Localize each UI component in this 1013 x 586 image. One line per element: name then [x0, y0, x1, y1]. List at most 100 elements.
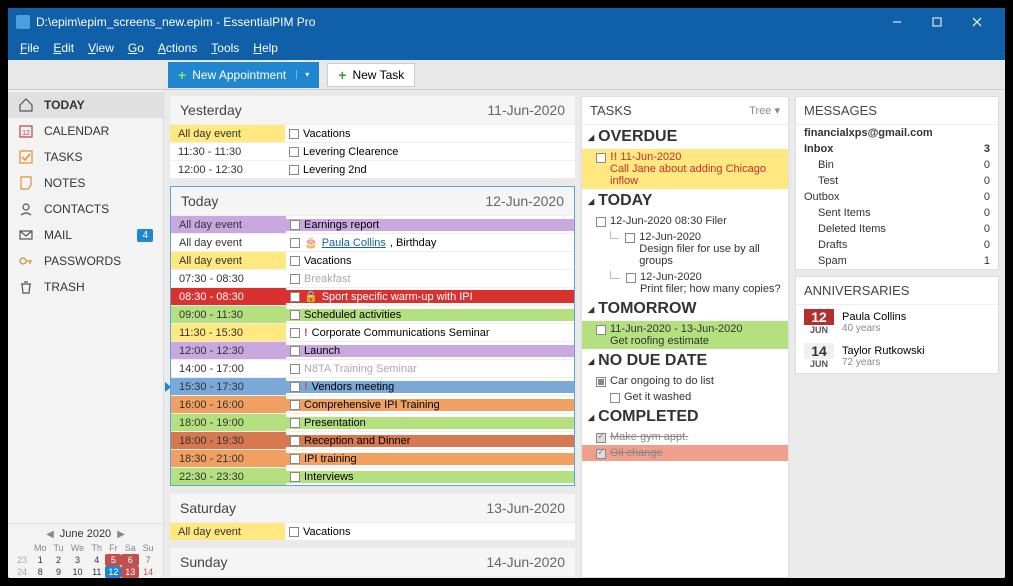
- minical-day[interactable]: 12: [105, 566, 121, 578]
- task-checkbox[interactable]: [625, 233, 635, 243]
- event-checkbox[interactable]: [289, 165, 299, 175]
- event-checkbox[interactable]: [290, 364, 300, 374]
- mail-folder[interactable]: Sent Items0: [796, 205, 998, 221]
- event-checkbox[interactable]: [290, 436, 300, 446]
- close-button[interactable]: [957, 8, 997, 36]
- event-checkbox[interactable]: [290, 256, 300, 266]
- event-row[interactable]: 14:00 - 17:00N8TA Training Seminar: [171, 359, 574, 377]
- minical-day[interactable]: 4: [88, 554, 105, 566]
- minical-day[interactable]: 8: [30, 566, 50, 578]
- minical-day[interactable]: 7: [139, 554, 157, 566]
- task-checkbox[interactable]: [596, 377, 606, 387]
- mail-folder[interactable]: Spam1: [796, 253, 998, 269]
- nav-notes[interactable]: NOTES: [8, 170, 163, 196]
- nav-passwords[interactable]: PASSWORDS: [8, 248, 163, 274]
- menu-view[interactable]: View: [82, 39, 120, 57]
- dropdown-caret-icon[interactable]: ▾: [296, 70, 309, 79]
- event-row[interactable]: 18:00 - 19:00Presentation: [171, 413, 574, 431]
- nav-contacts[interactable]: CONTACTS: [8, 196, 163, 222]
- event-checkbox[interactable]: [290, 382, 300, 392]
- event-checkbox[interactable]: [289, 129, 299, 139]
- event-row[interactable]: 09:00 - 11:30Scheduled activities: [171, 305, 574, 323]
- minical-day[interactable]: 2: [50, 554, 66, 566]
- menu-file[interactable]: File: [14, 39, 45, 57]
- mail-folder[interactable]: Outbox0: [796, 189, 998, 205]
- anniversary-item[interactable]: 12JUNPaula Collins40 years: [796, 305, 998, 339]
- event-checkbox[interactable]: [290, 220, 300, 230]
- minical-day[interactable]: 3: [67, 554, 89, 566]
- task-item[interactable]: Make gym appt.: [582, 429, 788, 445]
- event-row[interactable]: 16:00 - 16:00Comprehensive IPI Training: [171, 395, 574, 413]
- event-checkbox[interactable]: [290, 274, 300, 284]
- next-month-button[interactable]: ▶: [117, 529, 125, 540]
- anniversary-item[interactable]: 14JUNTaylor Rutkowski72 years: [796, 339, 998, 373]
- task-item[interactable]: 11-Jun-2020 - 13-Jun-2020Get roofing est…: [582, 321, 788, 349]
- nav-calendar[interactable]: 12CALENDAR: [8, 118, 163, 144]
- tasks-view-mode[interactable]: Tree ▾: [749, 104, 780, 117]
- event-row[interactable]: 22:30 - 23:30Interviews: [171, 467, 574, 485]
- minical-day[interactable]: 10: [67, 566, 89, 578]
- task-checkbox[interactable]: [596, 217, 606, 227]
- event-row[interactable]: All day eventVacations: [171, 251, 574, 269]
- mail-folder[interactable]: Bin0: [796, 157, 998, 173]
- nav-today[interactable]: TODAY: [8, 92, 163, 118]
- task-item[interactable]: Get it washed: [582, 389, 788, 405]
- minical-day[interactable]: 9: [50, 566, 66, 578]
- menu-help[interactable]: Help: [247, 39, 284, 57]
- event-checkbox[interactable]: [290, 310, 300, 320]
- menu-go[interactable]: Go: [122, 39, 150, 57]
- task-group-header[interactable]: ◢ TODAY: [582, 189, 788, 213]
- event-checkbox[interactable]: [290, 292, 300, 302]
- task-item[interactable]: 12-Jun-2020Print filer; how many copies?: [582, 269, 788, 297]
- mail-folder[interactable]: Test0: [796, 173, 998, 189]
- event-row[interactable]: 12:00 - 12:30Levering 2nd: [170, 160, 575, 178]
- task-group-header[interactable]: ◢ NO DUE DATE: [582, 349, 788, 373]
- minical-day[interactable]: 6: [121, 554, 139, 566]
- mail-folder[interactable]: Inbox3: [796, 141, 998, 157]
- mail-folder[interactable]: Drafts0: [796, 237, 998, 253]
- new-appointment-button[interactable]: + New Appointment ▾: [168, 62, 319, 88]
- minical-day[interactable]: 5: [105, 554, 121, 566]
- task-item[interactable]: Car ongoing to do list: [582, 373, 788, 389]
- task-checkbox[interactable]: [596, 433, 606, 443]
- menu-edit[interactable]: Edit: [47, 39, 80, 57]
- event-checkbox[interactable]: [290, 418, 300, 428]
- event-row[interactable]: All day event🎂Paula Collins, Birthday: [171, 233, 574, 251]
- event-checkbox[interactable]: [289, 147, 299, 157]
- event-checkbox[interactable]: [290, 454, 300, 464]
- nav-mail[interactable]: MAIL4: [8, 222, 163, 248]
- minimize-button[interactable]: [877, 8, 917, 36]
- event-row[interactable]: 08:30 - 08:30🔒Sport specific warm-up wit…: [171, 287, 574, 305]
- event-row[interactable]: 18:00 - 19:30Reception and Dinner: [171, 431, 574, 449]
- minical-day[interactable]: 11: [88, 566, 105, 578]
- event-row[interactable]: All day eventVacations: [170, 522, 575, 540]
- minical-day[interactable]: 14: [139, 566, 157, 578]
- task-checkbox[interactable]: [626, 273, 636, 283]
- event-checkbox[interactable]: [290, 472, 300, 482]
- task-checkbox[interactable]: [610, 393, 620, 403]
- event-checkbox[interactable]: [290, 346, 300, 356]
- task-checkbox[interactable]: [596, 449, 606, 459]
- mail-account[interactable]: financialxps@gmail.com: [796, 125, 998, 141]
- task-item[interactable]: 12-Jun-2020Design filer for use by all g…: [582, 229, 788, 269]
- mail-folder[interactable]: Deleted Items0: [796, 221, 998, 237]
- event-row[interactable]: 11:30 - 15:30!Corporate Communications S…: [171, 323, 574, 341]
- task-group-header[interactable]: ◢ TOMORROW: [582, 297, 788, 321]
- event-row[interactable]: 18:30 - 21:00IPI training: [171, 449, 574, 467]
- task-group-header[interactable]: ◢ COMPLETED: [582, 405, 788, 429]
- event-row[interactable]: 07:30 - 08:30Breakfast: [171, 269, 574, 287]
- contact-link[interactable]: Paula Collins: [322, 237, 386, 249]
- nav-tasks[interactable]: TASKS: [8, 144, 163, 170]
- minical-day[interactable]: 1: [30, 554, 50, 566]
- task-group-header[interactable]: ◢ OVERDUE: [582, 125, 788, 149]
- minical-day[interactable]: 13: [121, 566, 139, 578]
- event-row[interactable]: All day eventVacations: [170, 124, 575, 142]
- maximize-button[interactable]: [917, 8, 957, 36]
- menu-tools[interactable]: Tools: [205, 39, 245, 57]
- event-checkbox[interactable]: [289, 527, 299, 537]
- event-checkbox[interactable]: [290, 328, 300, 338]
- event-row[interactable]: 11:30 - 11:30Levering Clearence: [170, 142, 575, 160]
- task-item[interactable]: 12-Jun-2020 08:30 Filer: [582, 213, 788, 229]
- menu-actions[interactable]: Actions: [152, 39, 203, 57]
- task-item[interactable]: !! 11-Jun-2020Call Jane about adding Chi…: [582, 149, 788, 189]
